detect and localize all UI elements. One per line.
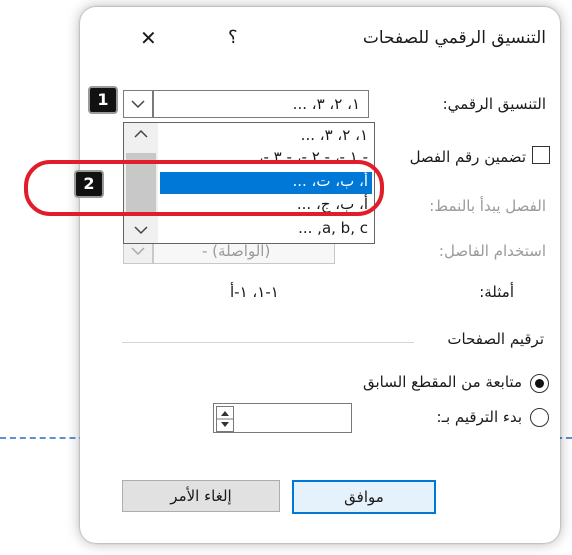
scroll-up-arrow-icon[interactable] — [134, 129, 148, 139]
cancel-button[interactable]: إلغاء الأمر — [122, 480, 280, 512]
radio-selected-dot — [535, 379, 544, 388]
section-divider — [122, 342, 414, 343]
number-format-value: ١، ٢، ٣، ... — [292, 95, 360, 113]
examples-label: أمثلة: — [479, 283, 514, 301]
close-button[interactable]: ✕ — [140, 26, 157, 50]
spin-up-down-icon[interactable] — [217, 407, 233, 431]
chevron-down-icon — [131, 100, 145, 109]
separator-label: استخدام الفاصل: — [438, 242, 546, 260]
help-button[interactable]: ؟ — [228, 27, 238, 48]
ok-button[interactable]: موافق — [292, 480, 436, 514]
chapter-starts-label: الفصل يبدأ بالنمط: — [429, 197, 546, 215]
dialog-title: التنسيق الرقمي للصفحات — [362, 28, 546, 48]
list-item[interactable]: ١، ٢، ٣، ... — [301, 126, 368, 144]
page-number-format-dialog — [80, 7, 560, 543]
callout-badge-1: 1 — [88, 86, 118, 114]
continue-from-previous-label: متابعة من المقطع السابق — [362, 373, 522, 391]
list-item[interactable]: a, b, c, ... — [298, 219, 368, 237]
examples-value: ١-١، ١-أ — [230, 283, 279, 301]
include-chapter-checkbox[interactable] — [532, 146, 550, 164]
callout-badge-2: 2 — [74, 170, 104, 198]
scroll-down-arrow-icon[interactable] — [134, 225, 148, 235]
start-at-label: بدء الترقيم بـ: — [436, 408, 522, 426]
chevron-down-icon — [131, 247, 145, 256]
number-format-label: التنسيق الرقمي: — [442, 95, 546, 113]
separator-value: - (الواصلة) — [202, 242, 271, 260]
page-numbering-heading: ترقيم الصفحات — [447, 330, 544, 348]
include-chapter-label: تضمين رقم الفصل — [409, 148, 526, 166]
number-format-select[interactable]: ١، ٢، ٣، ... — [153, 90, 369, 118]
number-format-dropdown-button[interactable] — [123, 90, 153, 118]
start-at-input[interactable] — [213, 403, 352, 433]
spin-buttons[interactable] — [216, 406, 234, 432]
start-at-radio[interactable] — [530, 408, 549, 427]
continue-from-previous-radio[interactable] — [530, 374, 549, 393]
